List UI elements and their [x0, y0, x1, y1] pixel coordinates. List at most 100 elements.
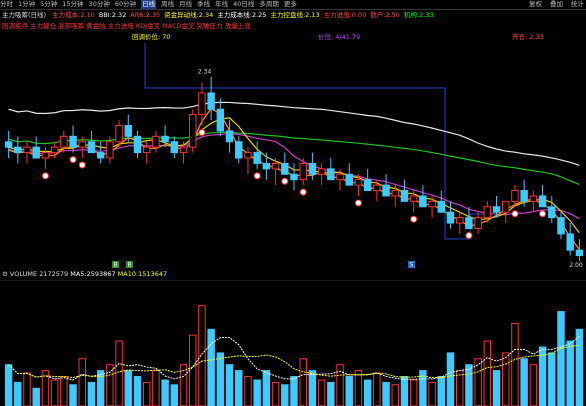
volume-bar	[409, 379, 418, 406]
signal-marker	[539, 210, 547, 218]
candle-body	[557, 217, 565, 235]
candle-body	[437, 200, 446, 213]
indicator-value: 机构:2.33	[403, 11, 434, 19]
candle-body	[400, 190, 409, 202]
period-tab[interactable]: 15分钟	[62, 0, 83, 9]
candle-body	[124, 124, 133, 137]
period-tabs: 分时 1分钟 5分钟 15分钟 30分钟 60分钟 日线 周线 月线 季线 年线 40日线 多周期 更多	[0, 0, 302, 9]
indicator-name[interactable]: 主力吸筹(日线)	[2, 11, 46, 19]
volume-bar	[78, 358, 86, 406]
candle-body	[474, 217, 482, 229]
volume-bar	[14, 381, 22, 406]
signal-marker	[511, 210, 519, 218]
volume-bar	[483, 340, 492, 406]
volume-bar	[299, 358, 307, 406]
ma10-value: 1513647	[138, 270, 168, 278]
candle-body	[133, 135, 142, 154]
candle-body	[32, 146, 40, 159]
candle-body	[566, 233, 574, 251]
candle-body	[50, 146, 59, 154]
period-tab[interactable]: 日线	[141, 0, 157, 9]
toolbar-button[interactable]: 统计	[571, 0, 584, 8]
indicator-value: 主力成本:2.10	[52, 11, 95, 19]
volume-bar	[290, 376, 298, 406]
volume-bar	[133, 376, 142, 406]
candle-body	[115, 124, 123, 143]
signal-marker	[281, 177, 289, 185]
signal-marker	[253, 172, 261, 180]
volume-bar	[391, 384, 399, 406]
volume-bar	[465, 364, 473, 406]
toolbar-button[interactable]: 复权	[529, 0, 542, 8]
volume-bar	[235, 370, 243, 406]
period-tab[interactable]: 月线	[179, 0, 192, 9]
candle-body	[14, 146, 22, 154]
volume-bar	[142, 381, 151, 406]
volume-chart[interactable]	[0, 280, 586, 406]
volume-bar	[189, 334, 197, 406]
volume-bar	[520, 358, 528, 406]
candle-body	[419, 195, 427, 208]
ma5-value: 2593867	[86, 270, 116, 278]
label-right: 开仓: 2.33	[512, 33, 544, 41]
candle-body	[317, 168, 326, 175]
period-tab[interactable]: 60分钟	[115, 0, 136, 9]
volume-bar	[207, 328, 215, 406]
candle-body	[502, 200, 510, 213]
candle-body	[382, 184, 390, 197]
candle-body	[354, 179, 363, 186]
volume-bar	[529, 364, 538, 406]
period-tab[interactable]: 周线	[161, 0, 174, 9]
candle-body	[41, 152, 50, 159]
candle-body	[290, 173, 298, 181]
candle-body	[253, 152, 261, 164]
indicator-value: AR6:2.35	[130, 11, 161, 19]
volume-bar	[474, 358, 482, 406]
candle-body	[189, 114, 197, 148]
candle-body	[373, 184, 381, 192]
indicator-value: BBI:2.32	[98, 11, 127, 19]
label-center: 价位: 4/41.79	[318, 33, 361, 41]
candle-body	[60, 135, 68, 148]
candle-body	[198, 92, 206, 116]
price-chart[interactable]: 2.34 2.00 B B S	[0, 43, 586, 269]
period-tab[interactable]: 分时	[0, 0, 13, 9]
period-tab[interactable]: 更多	[284, 0, 297, 9]
volume-bar	[281, 384, 289, 406]
candle-body	[327, 168, 335, 181]
volume-bar	[437, 376, 446, 406]
toolbar-button[interactable]: 叠加	[550, 0, 563, 8]
period-tab[interactable]: 季线	[197, 0, 210, 9]
volume-value: 2172579	[39, 270, 69, 278]
candle-body	[78, 141, 86, 148]
volume-bar	[32, 387, 40, 406]
period-toolbar: 分时 1分钟 5分钟 15分钟 30分钟 60分钟 日线 周线 月线 季线 年线 40日线 多周期 更多	[0, 0, 586, 10]
candle-body	[69, 135, 77, 148]
candle-body	[87, 141, 96, 154]
signal-box-label: S	[410, 262, 414, 269]
volume-bar	[428, 381, 436, 406]
volume-bar	[271, 381, 280, 406]
volume-bar	[566, 340, 574, 406]
period-tab[interactable]: 1分钟	[18, 0, 35, 9]
period-tab[interactable]: 5分钟	[40, 0, 57, 9]
period-tab[interactable]: 30分钟	[89, 0, 110, 9]
volume-settings-icon[interactable]: ⚙	[2, 270, 8, 278]
period-tab[interactable]: 40日线	[233, 0, 254, 9]
candle-body	[299, 162, 307, 181]
signal-box-label: B	[114, 262, 118, 269]
candle-body	[262, 162, 271, 170]
candle-body	[106, 141, 114, 159]
candle-body	[207, 92, 215, 110]
signal-marker	[465, 231, 473, 239]
volume-bar	[87, 381, 96, 406]
candle-body	[336, 173, 344, 181]
period-tab[interactable]: 多周期	[259, 0, 279, 9]
signal-box-label: B	[128, 262, 132, 269]
period-tab[interactable]: 年线	[215, 0, 228, 9]
candle-body	[308, 162, 317, 175]
volume-bar	[23, 372, 31, 406]
candle-body	[455, 217, 464, 224]
volume-bar	[345, 376, 353, 406]
volume-bar	[455, 370, 464, 406]
